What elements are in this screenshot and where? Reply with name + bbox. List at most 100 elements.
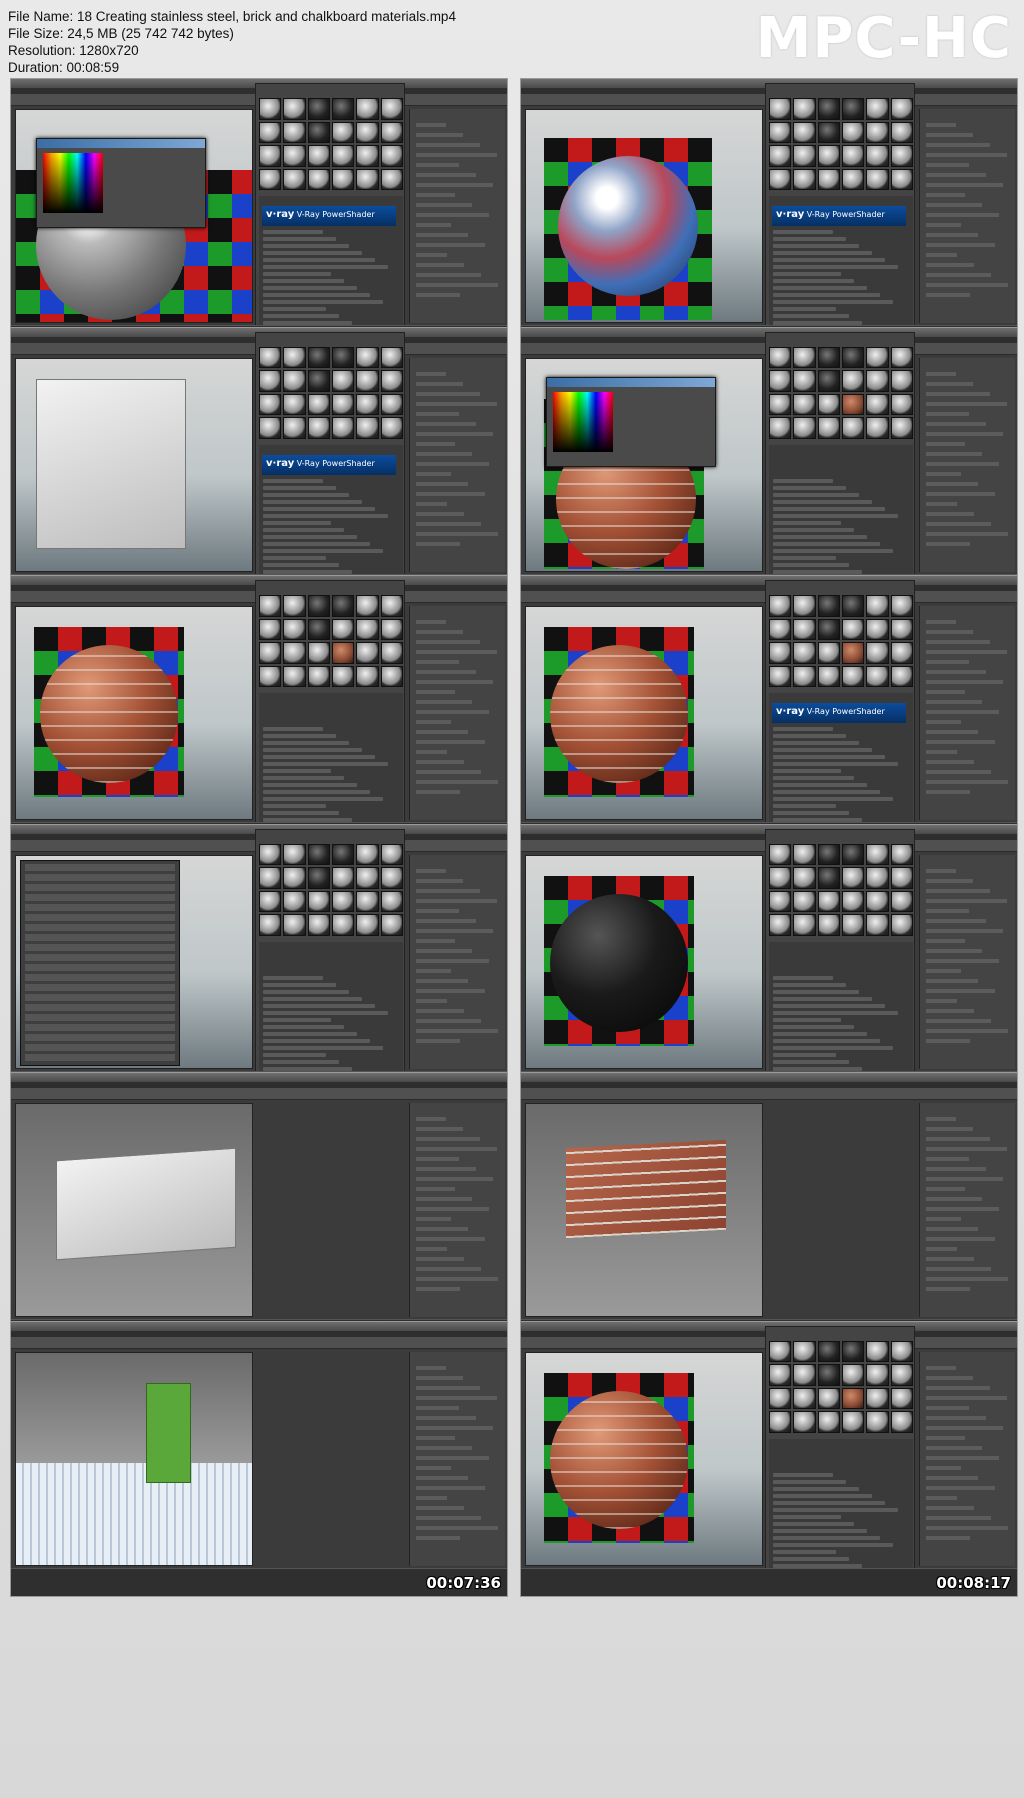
material-slot[interactable] [890,370,913,392]
material-slot[interactable] [380,145,403,167]
material-slot[interactable] [356,843,379,865]
material-slot[interactable] [332,595,355,617]
material-slot[interactable] [842,1411,865,1433]
material-slot[interactable] [356,914,379,936]
material-slot[interactable] [307,665,330,687]
material-slot[interactable] [283,642,306,664]
material-slot[interactable] [769,1387,792,1409]
material-slot[interactable] [332,867,355,889]
material-slot[interactable] [890,890,913,912]
material-slot[interactable] [307,168,330,190]
material-slot[interactable] [866,98,889,120]
material-slot[interactable] [769,642,792,664]
material-slot[interactable] [793,417,816,439]
viewport[interactable] [15,606,253,820]
material-editor[interactable] [255,580,405,826]
material-slot[interactable] [356,417,379,439]
material-slot[interactable] [380,417,403,439]
material-slot[interactable] [769,1411,792,1433]
material-slot[interactable] [259,98,282,120]
material-slot[interactable] [356,98,379,120]
material-slot[interactable] [283,393,306,415]
command-panel[interactable] [409,357,505,572]
material-slot[interactable] [769,914,792,936]
material-slot[interactable] [769,145,792,167]
material-slot[interactable] [307,618,330,640]
material-slot[interactable] [332,642,355,664]
material-slot[interactable] [332,168,355,190]
material-slot[interactable] [866,1411,889,1433]
material-slot[interactable] [793,98,816,120]
material-slot[interactable] [380,393,403,415]
material-slot[interactable] [866,665,889,687]
material-slot[interactable] [890,665,913,687]
material-slot[interactable] [817,98,840,120]
material-slot[interactable] [890,168,913,190]
material-slot[interactable] [842,1387,865,1409]
material-slot[interactable] [283,121,306,143]
material-slot[interactable] [866,1387,889,1409]
material-slot[interactable] [817,1364,840,1386]
material-slot[interactable] [842,1364,865,1386]
material-slot[interactable] [307,867,330,889]
material-slot[interactable] [890,1364,913,1386]
material-slot[interactable] [769,890,792,912]
material-slot[interactable] [380,98,403,120]
viewport[interactable] [525,357,763,572]
material-slot[interactable] [842,595,865,617]
material-slot[interactable] [356,370,379,392]
material-slot[interactable] [793,914,816,936]
material-slot[interactable] [842,642,865,664]
material-slot[interactable] [380,121,403,143]
material-slot[interactable] [817,595,840,617]
material-slot[interactable] [356,168,379,190]
material-slot[interactable] [332,393,355,415]
material-slot[interactable] [817,121,840,143]
material-slot[interactable] [769,1340,792,1362]
command-panel[interactable] [409,854,505,1069]
material-slot[interactable] [817,346,840,368]
material-slot[interactable] [866,393,889,415]
material-slot[interactable] [817,642,840,664]
viewport[interactable] [15,357,253,572]
material-slot[interactable] [283,346,306,368]
material-slot[interactable] [793,346,816,368]
material-slot[interactable] [380,665,403,687]
material-slot[interactable] [793,168,816,190]
material-slot[interactable] [380,346,403,368]
material-slot[interactable] [307,595,330,617]
command-panel[interactable] [409,606,505,820]
material-slot[interactable] [793,121,816,143]
material-slot[interactable] [259,914,282,936]
material-slot[interactable] [866,370,889,392]
material-slot[interactable] [890,843,913,865]
material-slot[interactable] [793,145,816,167]
material-slot[interactable] [356,393,379,415]
material-slot[interactable] [890,867,913,889]
material-slot[interactable] [793,1411,816,1433]
material-slot[interactable] [866,890,889,912]
material-slot[interactable] [817,890,840,912]
material-slot[interactable] [817,1387,840,1409]
material-slot[interactable] [332,618,355,640]
material-slot[interactable] [332,346,355,368]
material-slot[interactable] [380,370,403,392]
material-slot[interactable] [817,914,840,936]
material-slot[interactable] [307,914,330,936]
material-slot[interactable] [380,867,403,889]
material-slot[interactable] [890,346,913,368]
material-slot[interactable] [793,370,816,392]
viewport[interactable] [525,1351,763,1566]
material-slot[interactable] [380,595,403,617]
command-panel[interactable] [409,1351,505,1566]
material-slot[interactable] [769,843,792,865]
material-slot[interactable] [283,914,306,936]
material-slot[interactable] [259,121,282,143]
material-slot[interactable] [866,168,889,190]
material-slot[interactable] [283,618,306,640]
material-slot[interactable] [817,665,840,687]
material-slot[interactable] [307,393,330,415]
material-slot[interactable] [769,98,792,120]
material-slot[interactable] [283,417,306,439]
command-panel[interactable] [409,1103,505,1317]
